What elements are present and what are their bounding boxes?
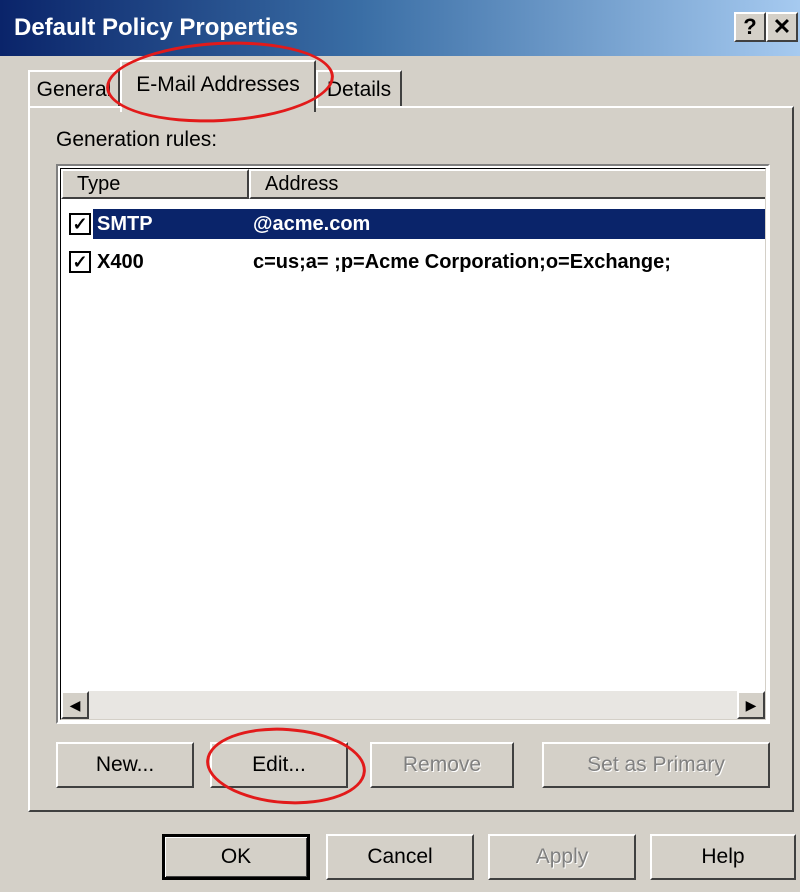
row-type: SMTP [97, 213, 153, 235]
list-header: Type Address [61, 169, 765, 199]
help-dialog-button[interactable]: Help [650, 834, 796, 880]
horizontal-scrollbar[interactable]: ◀ ▶ [61, 691, 765, 719]
column-header-address[interactable]: Address [249, 169, 765, 199]
list-row-smtp[interactable]: ✓ SMTP @acme.com [67, 209, 765, 239]
new-button[interactable]: New... [56, 742, 194, 788]
scroll-left-button[interactable]: ◀ [61, 691, 89, 719]
window-title: Default Policy Properties [14, 14, 299, 41]
arrow-right-icon: ▶ [745, 697, 757, 713]
row-address: @acme.com [253, 213, 371, 235]
selection-highlight [93, 209, 765, 239]
row-address: c=us;a= ;p=Acme Corporation;o=Exchange; [253, 251, 671, 273]
remove-button[interactable]: Remove [370, 742, 514, 788]
title-bar: Default Policy Properties ? ✕ [0, 0, 800, 56]
row-type: X400 [97, 251, 144, 273]
list-row-x400[interactable]: ✓ X400 c=us;a= ;p=Acme Corporation;o=Exc… [67, 247, 765, 277]
scroll-right-button[interactable]: ▶ [737, 691, 765, 719]
checkbox-x400[interactable]: ✓ [69, 251, 91, 273]
help-button[interactable]: ? [734, 12, 766, 42]
arrow-left-icon: ◀ [69, 697, 81, 713]
cancel-button[interactable]: Cancel [326, 834, 474, 880]
ok-button[interactable]: OK [162, 834, 310, 880]
close-icon: ✕ [772, 14, 792, 39]
apply-button[interactable]: Apply [488, 834, 636, 880]
generation-rules-list[interactable]: Type Address ✓ SMTP @acme.com ✓ X400 c=u… [56, 164, 770, 724]
checkbox-smtp[interactable]: ✓ [69, 213, 91, 235]
set-primary-button[interactable]: Set as Primary [542, 742, 770, 788]
column-header-type[interactable]: Type [61, 169, 249, 199]
generation-rules-label: Generation rules: [56, 128, 218, 151]
close-button[interactable]: ✕ [766, 12, 798, 42]
